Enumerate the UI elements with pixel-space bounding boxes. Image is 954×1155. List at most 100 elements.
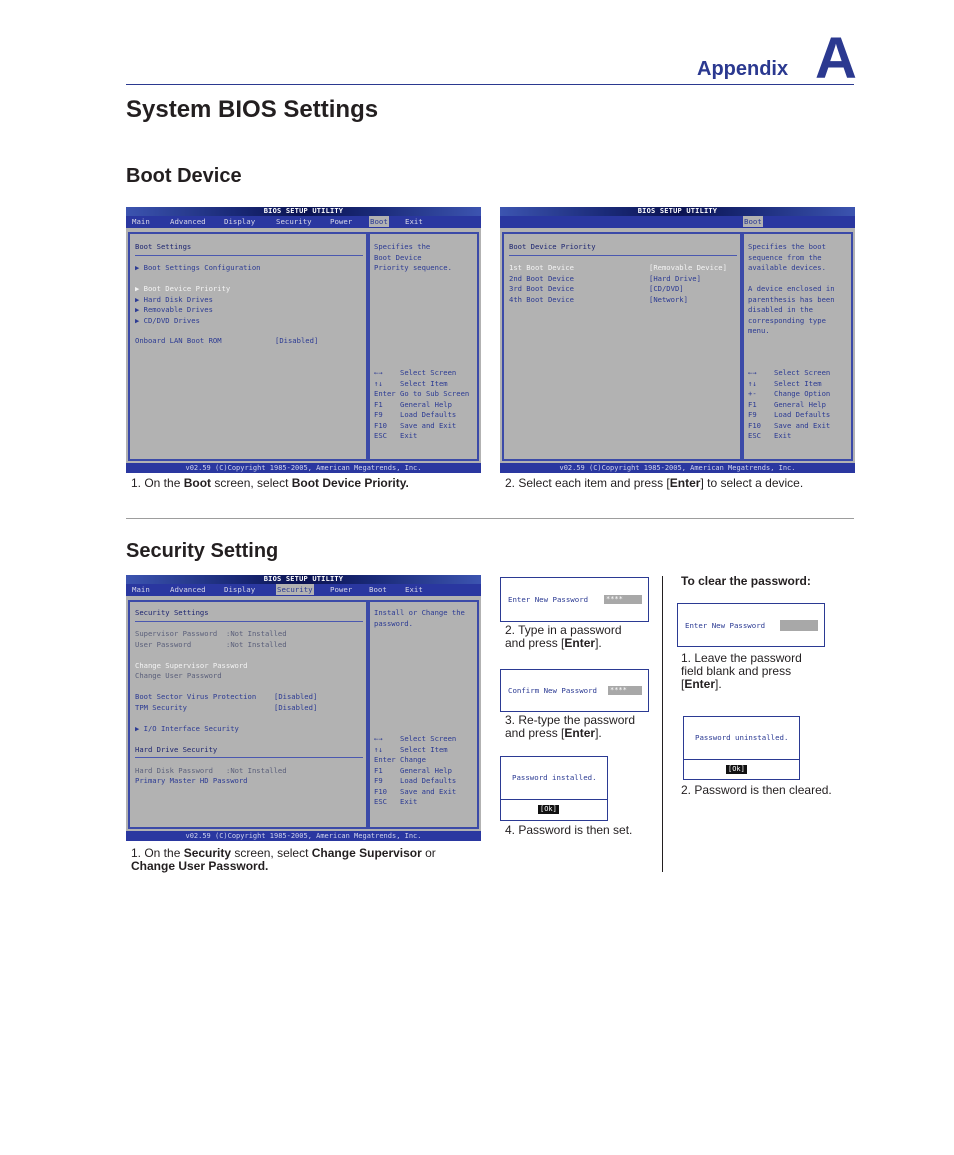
menu-item-boot-settings-configuration[interactable]: ▶ Boot Settings Configuration <box>135 263 261 274</box>
bios-help-panel: Specifies the boot sequence from the ava… <box>742 232 853 461</box>
panel-heading: Boot Device Priority <box>509 242 596 251</box>
boot-device-2-value[interactable]: [Hard Drive] <box>649 274 701 285</box>
password-field[interactable] <box>780 620 818 631</box>
help-line: available devices. <box>748 263 826 272</box>
key: ←→ <box>374 368 383 377</box>
ok-button[interactable]: [Ok] <box>726 765 747 774</box>
option-onboard-lan-boot-rom[interactable]: Onboard LAN Boot ROM <box>135 336 222 347</box>
bios-footer: v02.59 (C)Copyright 1985-2005, American … <box>126 831 481 841</box>
key-desc: Change <box>400 755 426 764</box>
menu-boot[interactable]: Boot <box>369 584 387 596</box>
caption-bold: Enter <box>669 476 701 490</box>
caption-text: 1. On the <box>131 846 184 860</box>
clear-caption-1: 1. Leave the password field blank and pre… <box>681 652 802 691</box>
password-field[interactable]: **** <box>608 686 642 695</box>
tpm-security-label[interactable]: TPM Security <box>135 703 187 714</box>
caption-bold: Change Supervisor <box>311 846 422 860</box>
key-row: F1 General Help <box>748 400 852 411</box>
key-row: ←→ Select Screen <box>748 368 852 379</box>
hard-disk-password-label: Hard Disk Password <box>135 765 213 775</box>
boot-device-4-label[interactable]: 4th Boot Device <box>509 295 574 306</box>
help-line: parenthesis has been <box>748 294 835 304</box>
boot-device-3-value[interactable]: [CD/DVD] <box>649 284 684 295</box>
boot-device-3-label[interactable]: 3rd Boot Device <box>509 284 574 295</box>
io-interface-security[interactable]: ▶ I/O Interface Security <box>135 724 239 735</box>
boot-device-1-label[interactable]: 1st Boot Device <box>509 263 574 274</box>
panel-heading: Boot Settings <box>135 242 192 251</box>
clear-password-heading: To clear the password: <box>681 574 811 588</box>
bios-menubar: Main Advanced Display Security Power Boo… <box>126 584 481 596</box>
password-field[interactable]: **** <box>604 595 642 604</box>
key-desc: Go to Sub Screen <box>400 389 470 398</box>
menu-power[interactable]: Power <box>330 584 352 596</box>
boot-device-4-value[interactable]: [Network] <box>649 295 688 306</box>
set-caption-4: 4. Password is then set. <box>505 823 633 837</box>
primary-master-hd-password[interactable]: Primary Master HD Password <box>135 776 248 787</box>
bios-main-panel: Security Settings Supervisor Password :N… <box>128 600 368 829</box>
key-desc: General Help <box>400 399 452 409</box>
key: ←→ <box>374 734 383 743</box>
caption-text: 1. On the <box>131 476 184 490</box>
key: ↑↓ <box>748 378 757 388</box>
key: F9 <box>748 410 757 419</box>
menu-boot[interactable]: Boot <box>743 216 763 227</box>
key: Enter <box>374 389 396 398</box>
key-desc: Select Item <box>400 744 448 754</box>
bios-boot-device-priority-screen: BIOS SETUP UTILITY Boot Boot Device Prio… <box>500 207 855 473</box>
caption-bold: Security <box>183 846 232 860</box>
menu-advanced[interactable]: Advanced <box>170 216 206 228</box>
caption-bold: Enter <box>684 677 716 691</box>
key-row: ↑↓ Select Item <box>748 379 852 390</box>
menu-main[interactable]: Main <box>132 216 150 228</box>
key-row: +- Change Option <box>748 389 852 400</box>
menu-security[interactable]: Security <box>276 216 312 228</box>
key-desc: Save and Exit <box>774 420 831 430</box>
change-user-password[interactable]: Change User Password <box>135 671 222 682</box>
bios-titlebar: BIOS SETUP UTILITY <box>126 575 481 584</box>
menu-exit[interactable]: Exit <box>405 216 423 228</box>
ok-button[interactable]: [Ok] <box>538 805 559 814</box>
key-row: F9 Load Defaults <box>374 410 478 421</box>
page-title: System BIOS Settings <box>126 96 379 123</box>
bios-footer: v02.59 (C)Copyright 1985-2005, American … <box>126 463 481 473</box>
menu-security[interactable]: Security <box>276 584 314 595</box>
key-legend: ←→ Select Screen ↑↓ Select Item Enter Go to… <box>374 368 478 442</box>
menu-advanced[interactable]: Advanced <box>170 584 206 596</box>
option-onboard-lan-boot-rom-value[interactable]: [Disabled] <box>275 336 318 347</box>
supervisor-password-status-label: Supervisor Password <box>135 629 218 638</box>
password-uninstalled-dialog: Password uninstalled. [Ok] <box>683 716 800 780</box>
boot-device-2-label[interactable]: 2nd Boot Device <box>509 274 574 285</box>
key-desc: Load Defaults <box>400 410 457 419</box>
boot-section-title: Boot Device <box>126 165 242 187</box>
boot-sector-virus-protection-label[interactable]: Boot Sector Virus Protection <box>135 692 256 703</box>
menu-power[interactable]: Power <box>330 216 352 228</box>
menu-item-cd-dvd-drives[interactable]: ▶ CD/DVD Drives <box>135 316 200 327</box>
header-rule <box>126 84 854 85</box>
menu-display[interactable]: Display <box>224 216 255 228</box>
menu-display[interactable]: Display <box>224 584 255 596</box>
key-row: F1 General Help <box>374 766 478 777</box>
key-desc: Save and Exit <box>400 420 457 430</box>
key: F1 <box>748 399 757 409</box>
menu-item-removable-drives[interactable]: ▶ Removable Drives <box>135 305 213 316</box>
menu-item-boot-device-priority[interactable]: ▶ Boot Device Priority <box>135 284 230 295</box>
hard-disk-password-value: :Not Installed <box>226 765 287 775</box>
user-password-status-value: :Not Installed <box>226 639 287 649</box>
change-supervisor-password[interactable]: Change Supervisor Password <box>135 661 248 672</box>
help-line: A device enclosed in <box>748 284 835 293</box>
dialog-label: Enter New Password <box>685 621 766 630</box>
menu-exit[interactable]: Exit <box>405 584 423 596</box>
key: ←→ <box>748 368 757 377</box>
caption-text: ]. <box>595 726 602 740</box>
tpm-security-value[interactable]: [Disabled] <box>274 703 317 714</box>
key-desc: General Help <box>400 765 452 775</box>
bios-titlebar: BIOS SETUP UTILITY <box>500 207 855 216</box>
menu-main[interactable]: Main <box>132 584 150 596</box>
boot-sector-virus-protection-value[interactable]: [Disabled] <box>274 692 317 703</box>
boot-device-1-value[interactable]: [Removable Device] <box>649 263 727 274</box>
menu-boot[interactable]: Boot <box>369 216 389 227</box>
menu-item-hard-disk-drives[interactable]: ▶ Hard Disk Drives <box>135 295 213 306</box>
key-row: F10 Save and Exit <box>374 787 478 798</box>
help-line: corresponding type <box>748 315 826 325</box>
key-row: F1 General Help <box>374 400 478 411</box>
